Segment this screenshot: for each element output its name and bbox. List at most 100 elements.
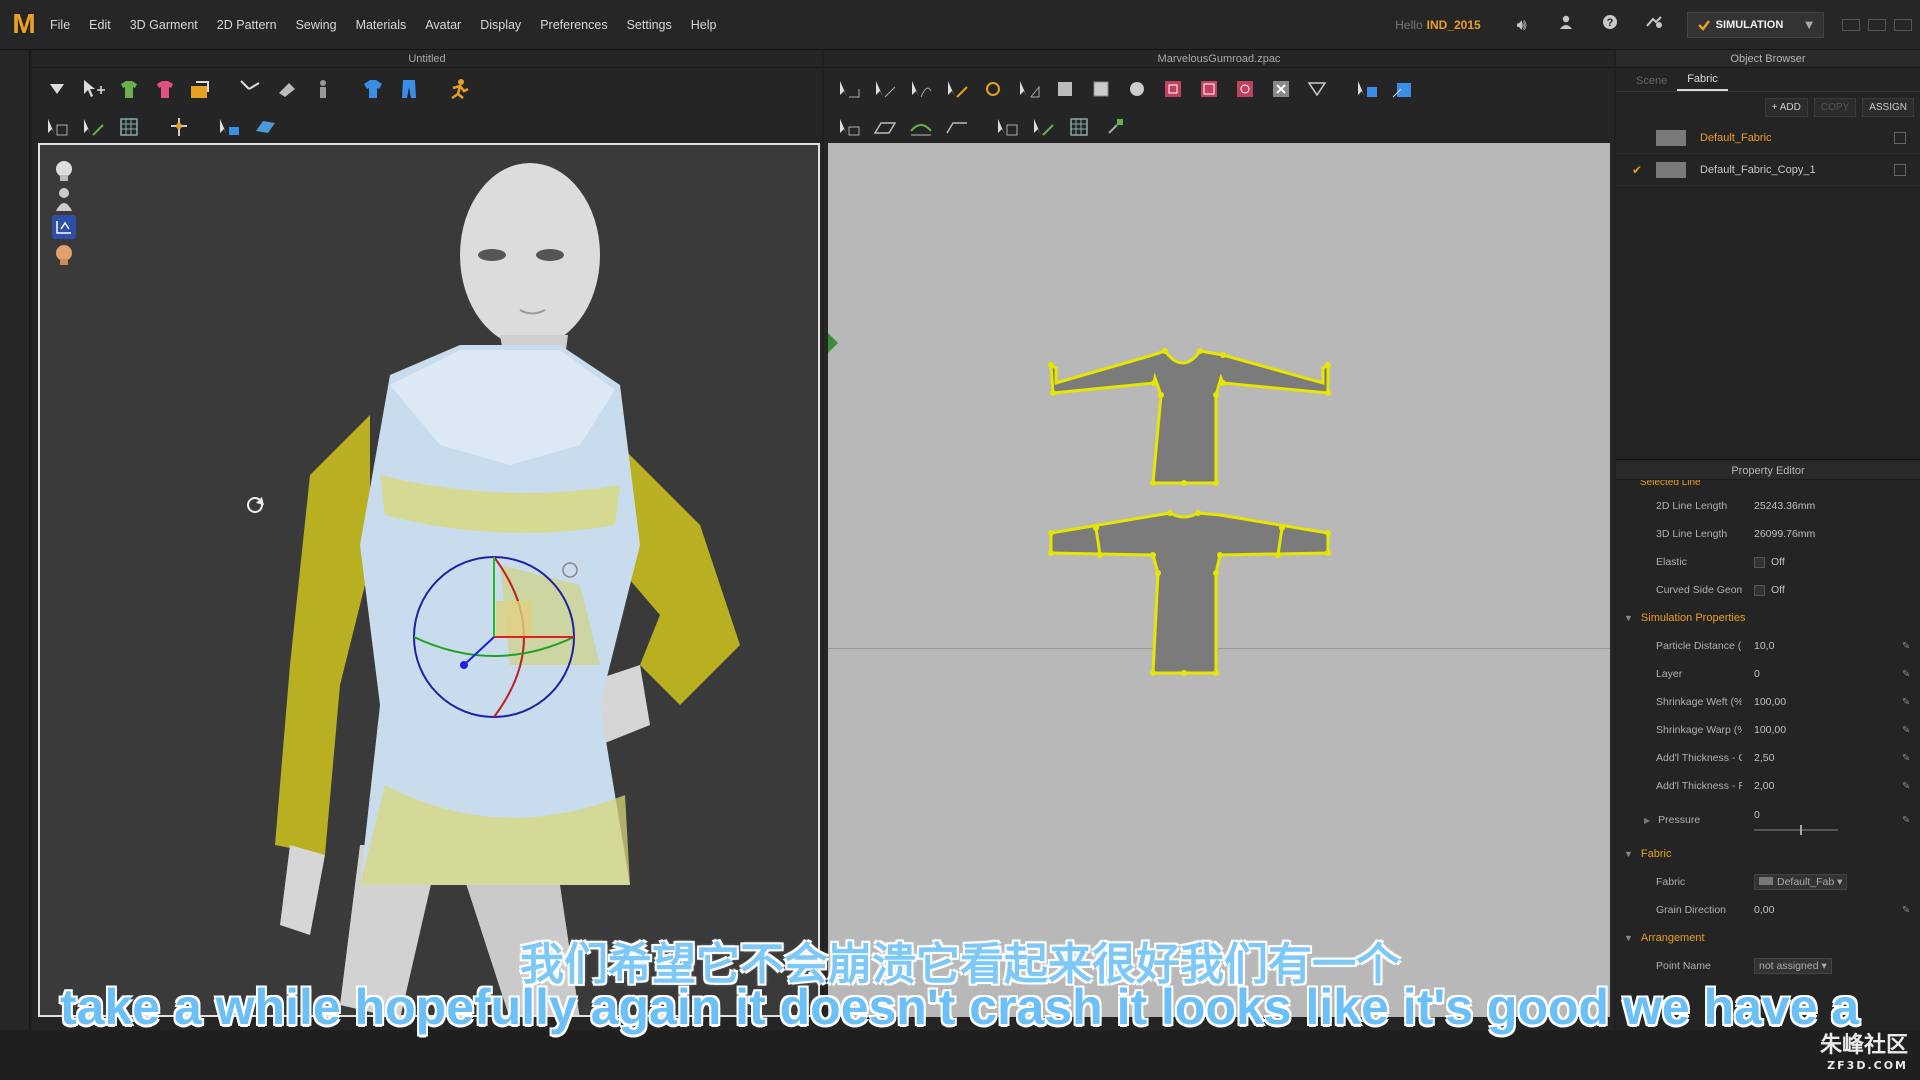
- fabric-dropdown[interactable]: Default_Fab ▾: [1754, 874, 1848, 890]
- tab-fabric[interactable]: Fabric: [1677, 69, 1728, 91]
- check-sewing-icon[interactable]: [944, 114, 970, 140]
- garment-green-icon[interactable]: [116, 76, 142, 102]
- edit-icon[interactable]: ✎: [1902, 815, 1920, 826]
- chevron-down-icon[interactable]: ▼: [1805, 20, 1813, 31]
- pressure-input[interactable]: 0: [1754, 809, 1902, 821]
- edit-curvature-icon[interactable]: [908, 76, 934, 102]
- grain-direction-input[interactable]: 0,00: [1742, 904, 1902, 916]
- edit-icon[interactable]: ✎: [1902, 905, 1920, 916]
- assign-fabric-button[interactable]: ASSIGN: [1862, 97, 1914, 117]
- object-browser-title: Object Browser: [1616, 50, 1920, 68]
- object-browser: Object Browser Scene Fabric + ADD COPY A…: [1616, 50, 1920, 460]
- 3d-viewport[interactable]: [38, 143, 820, 1017]
- internal-rect-icon[interactable]: [1160, 76, 1186, 102]
- 3d-toolbar-row1: [32, 70, 822, 108]
- settings-icon[interactable]: [1643, 14, 1665, 36]
- free-sewing-icon[interactable]: [872, 114, 898, 140]
- garment-pink-icon[interactable]: [152, 76, 178, 102]
- trace-icon[interactable]: [1304, 76, 1330, 102]
- fold-line-icon[interactable]: [1030, 114, 1056, 140]
- menu-3d-garment[interactable]: 3D Garment: [130, 18, 198, 32]
- copy-fabric-button[interactable]: COPY: [1813, 97, 1857, 117]
- internal-square-icon[interactable]: [1196, 76, 1222, 102]
- tab-scene[interactable]: Scene: [1626, 71, 1677, 91]
- avatar-measure-icon[interactable]: [310, 76, 336, 102]
- maximize-button[interactable]: [1868, 19, 1886, 31]
- edit-texture-icon[interactable]: [1354, 76, 1380, 102]
- edit-curve-point-icon[interactable]: [944, 76, 970, 102]
- menu-edit[interactable]: Edit: [89, 18, 111, 32]
- particle-distance-input[interactable]: 10,0: [1742, 640, 1902, 652]
- cut-icon[interactable]: [1016, 76, 1042, 102]
- edit-icon[interactable]: ✎: [1902, 725, 1920, 736]
- edit-icon[interactable]: ✎: [1902, 697, 1920, 708]
- menu-display[interactable]: Display: [480, 18, 521, 32]
- shirt-blue-icon[interactable]: [360, 76, 386, 102]
- fabric-options-icon[interactable]: [1894, 131, 1906, 144]
- simulation-properties-section[interactable]: ▼ Simulation Properties: [1616, 604, 1920, 632]
- internal-circle-icon[interactable]: [1232, 76, 1258, 102]
- layer-input[interactable]: 0: [1742, 668, 1902, 680]
- transform-pattern-icon[interactable]: [836, 76, 862, 102]
- m-n-sewing-icon[interactable]: [908, 114, 934, 140]
- dart-icon[interactable]: [1268, 76, 1294, 102]
- elastic-toggle[interactable]: [1754, 556, 1765, 568]
- select-box-icon[interactable]: [80, 114, 106, 140]
- simulation-run-icon[interactable]: [446, 76, 472, 102]
- username-label[interactable]: IND_2015: [1427, 18, 1481, 32]
- pants-blue-icon[interactable]: [396, 76, 422, 102]
- help-icon[interactable]: ?: [1599, 14, 1621, 36]
- select-pattern-icon[interactable]: [216, 114, 242, 140]
- thickness-rendering-input[interactable]: 2,00: [1742, 780, 1902, 792]
- add-fabric-button[interactable]: + ADD: [1764, 97, 1808, 117]
- graphic-icon[interactable]: [1390, 76, 1416, 102]
- select-line-icon[interactable]: [994, 114, 1020, 140]
- menu-avatar[interactable]: Avatar: [425, 18, 461, 32]
- volume-icon[interactable]: 🔊︎: [1511, 14, 1533, 36]
- 3d-window-title: Untitled: [32, 50, 822, 68]
- segment-sewing-icon[interactable]: [836, 114, 862, 140]
- menu-settings[interactable]: Settings: [627, 18, 672, 32]
- pin-2d-icon[interactable]: [1102, 114, 1128, 140]
- fabric-options-icon[interactable]: [1894, 163, 1906, 176]
- tack-icon[interactable]: [274, 76, 300, 102]
- fabric-section[interactable]: ▼ Fabric: [1616, 840, 1920, 868]
- square-icon[interactable]: [1088, 76, 1114, 102]
- check-icon: ✔: [1632, 162, 1643, 177]
- rectangle-icon[interactable]: [1052, 76, 1078, 102]
- select-move-icon[interactable]: [80, 76, 106, 102]
- menu-preferences[interactable]: Preferences: [540, 18, 607, 32]
- edit-icon[interactable]: ✎: [1902, 753, 1920, 764]
- fold-arrange-icon[interactable]: [188, 76, 214, 102]
- 2d-viewport[interactable]: [828, 143, 1610, 1017]
- edit-point-icon[interactable]: [238, 76, 264, 102]
- pressure-slider[interactable]: [1754, 825, 1838, 835]
- fabric-list-item[interactable]: ✔ Default_Fabric_Copy_1: [1616, 154, 1920, 186]
- thickness-collision-input[interactable]: 2,50: [1742, 752, 1902, 764]
- shrinkage-weft-input[interactable]: 100,00: [1742, 696, 1902, 708]
- grid-icon[interactable]: [116, 114, 142, 140]
- add-point-icon[interactable]: [980, 76, 1006, 102]
- edit-icon[interactable]: ✎: [1902, 641, 1920, 652]
- menu-sewing[interactable]: Sewing: [296, 18, 337, 32]
- menu-materials[interactable]: Materials: [356, 18, 407, 32]
- simulation-mode-button[interactable]: SIMULATION ▼: [1686, 12, 1824, 38]
- pattern-grid-icon[interactable]: [1066, 114, 1092, 140]
- menu-help[interactable]: Help: [691, 18, 717, 32]
- minimize-button[interactable]: [1842, 19, 1860, 31]
- flat-pattern-icon[interactable]: [252, 114, 278, 140]
- curved-side-toggle[interactable]: [1754, 584, 1765, 596]
- circle-icon[interactable]: [1124, 76, 1150, 102]
- menu-2d-pattern[interactable]: 2D Pattern: [217, 18, 277, 32]
- edit-pattern-icon[interactable]: [872, 76, 898, 102]
- close-button[interactable]: [1894, 19, 1912, 31]
- edit-icon[interactable]: ✎: [1902, 781, 1920, 792]
- pin-icon[interactable]: [166, 114, 192, 140]
- edit-icon[interactable]: ✎: [1902, 669, 1920, 680]
- select-mesh-icon[interactable]: [44, 114, 70, 140]
- menu-file[interactable]: File: [50, 18, 70, 32]
- shrinkage-warp-input[interactable]: 100,00: [1742, 724, 1902, 736]
- fabric-list-item[interactable]: Default_Fabric: [1616, 122, 1920, 154]
- download-icon[interactable]: [44, 76, 70, 102]
- user-icon[interactable]: [1555, 14, 1577, 36]
